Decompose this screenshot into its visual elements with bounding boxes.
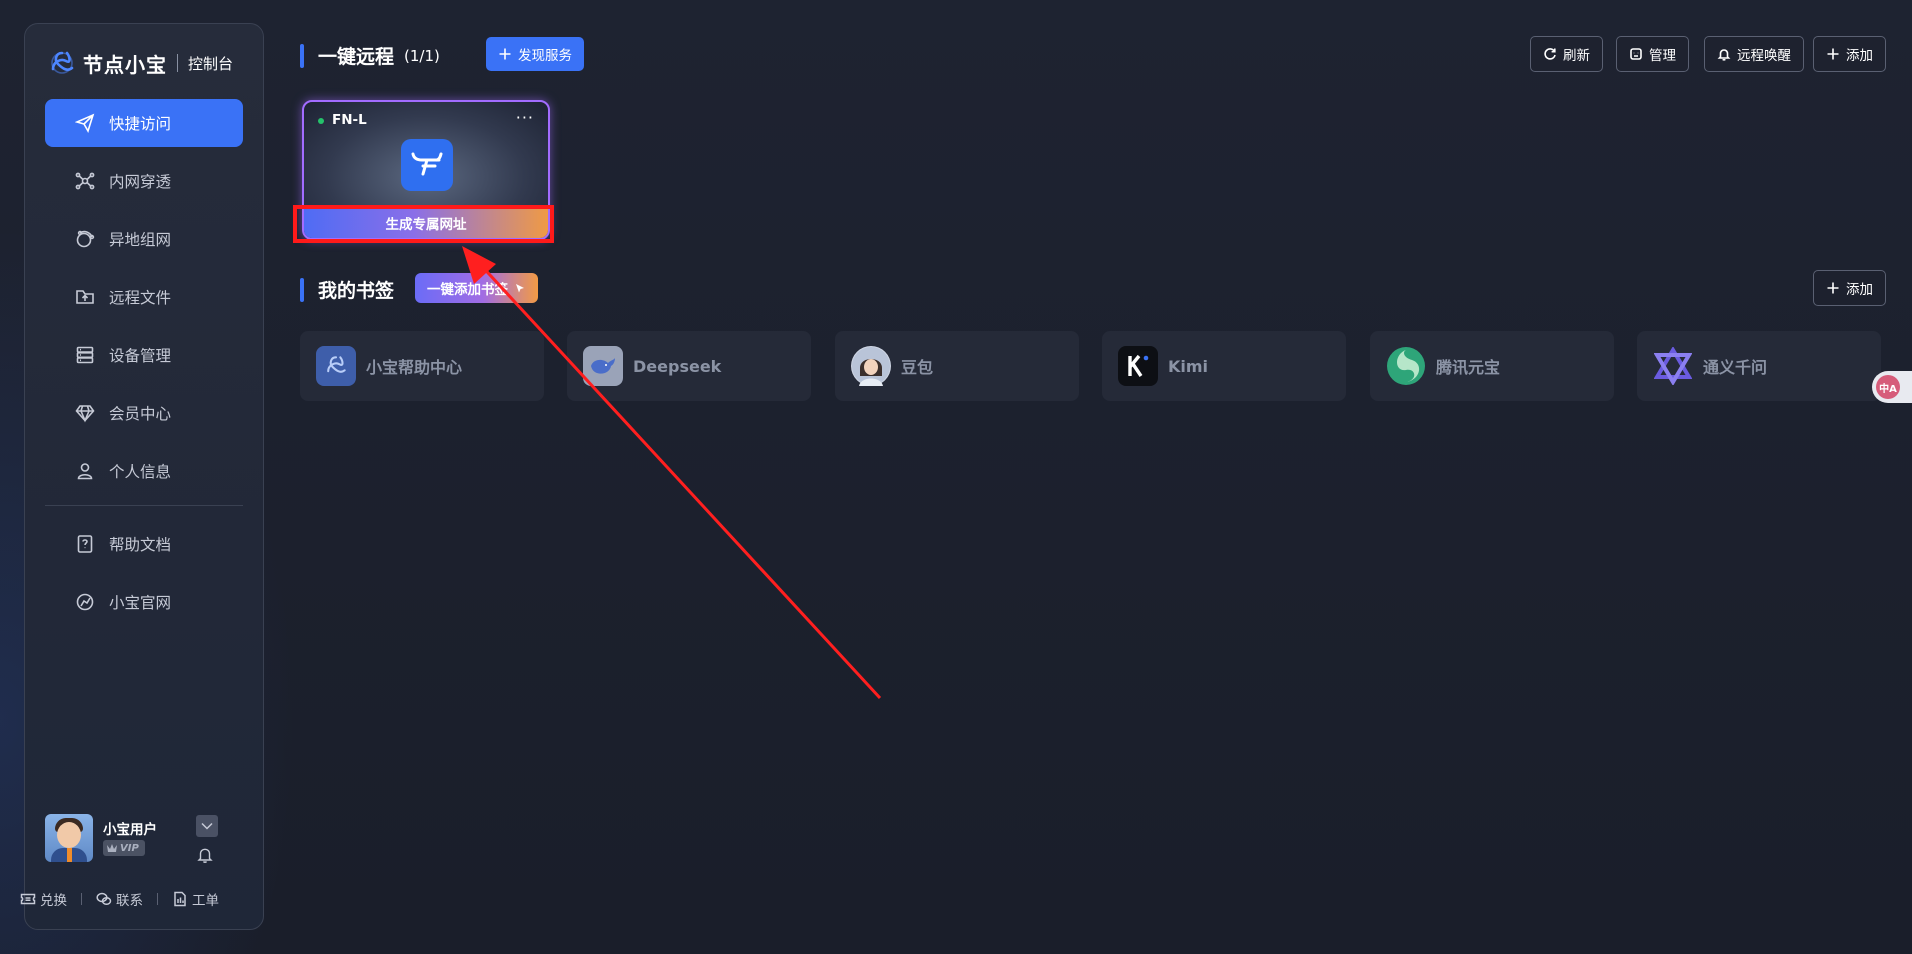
sidebar-item-quick-access[interactable]: 快捷访问 <box>45 99 243 147</box>
work-order-icon <box>174 891 186 907</box>
sidebar-item-label: 会员中心 <box>109 405 172 423</box>
remote-section-title: 一键远程 <box>318 46 395 68</box>
sidebar-nav: 快捷访问 内网穿透 异地组网 远程文件 设备管理 会员中心 个人信息 帮助文档 … <box>45 99 243 636</box>
bookmark-list: 小宝帮助中心 Deepseek 豆包 Kimi 腾讯元宝 通义千问 <box>300 331 1882 403</box>
add-bookmark-button[interactable]: 添加 <box>1813 270 1886 306</box>
generate-url-button[interactable]: 生成专属网址 <box>304 208 548 238</box>
app-root: 节点小宝 控制台 快捷访问 内网穿透 异地组网 远程文件 设备管理 会员中心 个… <box>0 0 1912 954</box>
sidebar-item-label: 远程文件 <box>109 289 172 307</box>
remote-section-header: 一键远程 (1/1) <box>300 42 440 69</box>
help-doc-icon <box>77 535 93 553</box>
sidebar-item-intranet[interactable]: 内网穿透 <box>45 157 243 205</box>
sidebar-item-profile[interactable]: 个人信息 <box>45 447 243 495</box>
ticket-icon <box>20 893 36 905</box>
alarm-bell-icon <box>1717 49 1731 61</box>
sidebar-item-label: 个人信息 <box>109 463 172 481</box>
plus-icon <box>1827 48 1839 60</box>
refresh-button[interactable]: 刷新 <box>1530 36 1603 72</box>
sidebar-item-help-docs[interactable]: 帮助文档 <box>45 520 243 568</box>
sidebar-item-label: 小宝官网 <box>109 594 172 612</box>
diamond-icon <box>75 405 95 423</box>
deepseek-whale-icon <box>583 346 623 386</box>
xiaobao-logo-icon <box>316 346 356 386</box>
ticket-link[interactable]: 工单 <box>172 889 219 909</box>
bookmark-deepseek[interactable]: Deepseek <box>567 331 811 401</box>
brand-logo[interactable]: 节点小宝 控制台 <box>47 48 233 78</box>
server-icon <box>76 346 94 364</box>
sidebar-item-label: 异地组网 <box>109 231 172 249</box>
sidebar-item-website[interactable]: 小宝官网 <box>45 578 243 626</box>
quick-add-bookmark-button[interactable]: 一键添加书签 <box>415 273 538 303</box>
sidebar-item-remote-network[interactable]: 异地组网 <box>45 215 243 263</box>
remote-device-count: (1/1) <box>404 46 440 65</box>
bell-icon[interactable] <box>196 846 214 864</box>
wechat-icon <box>96 892 112 906</box>
plus-icon <box>1827 282 1839 294</box>
online-status-dot <box>318 118 324 124</box>
device-card[interactable]: FN-L ··· 生成专属网址 <box>302 100 550 240</box>
sidebar-divider <box>45 505 243 506</box>
redeem-link[interactable]: 兑换 <box>20 889 67 909</box>
plus-icon <box>499 48 511 60</box>
brand-name: 节点小宝 <box>83 52 167 77</box>
sidebar-item-label: 快捷访问 <box>109 115 172 133</box>
user-name: 小宝用户 <box>103 822 157 838</box>
bookmark-label: Kimi <box>1168 356 1209 376</box>
annotation-arrow <box>462 246 882 700</box>
avatar[interactable] <box>45 814 93 862</box>
bookmark-tongyi[interactable]: 通义千问 <box>1637 331 1881 401</box>
xiaobao-logo-icon <box>51 51 74 74</box>
sidebar-item-membership[interactable]: 会员中心 <box>45 389 243 437</box>
vip-crown-icon <box>107 844 117 852</box>
fnos-bull-icon <box>401 139 453 191</box>
bookmark-label: Deepseek <box>633 356 722 376</box>
doubao-avatar-icon <box>851 346 891 386</box>
bookmark-kimi[interactable]: Kimi <box>1102 331 1346 401</box>
remote-wake-button[interactable]: 远程唤醒 <box>1704 36 1804 72</box>
cursor-click-icon <box>516 284 524 293</box>
bookmark-label: 通义千问 <box>1703 358 1768 377</box>
section-accent-bar <box>300 43 304 68</box>
globe-link-icon <box>76 230 95 248</box>
network-nodes-icon <box>75 172 95 190</box>
yuanbao-icon <box>1386 346 1426 386</box>
bookmark-label: 腾讯元宝 <box>1436 358 1501 377</box>
bookmarks-section-header: 我的书签 <box>300 276 394 303</box>
user-menu-dropdown[interactable] <box>196 815 218 837</box>
add-device-button[interactable]: 添加 <box>1813 36 1886 72</box>
bookmark-doubao[interactable]: 豆包 <box>835 331 1079 401</box>
sidebar-item-devices[interactable]: 设备管理 <box>45 331 243 379</box>
bookmark-label: 豆包 <box>901 358 934 377</box>
chevron-down-icon <box>201 822 213 830</box>
sidebar: 节点小宝 控制台 快捷访问 内网穿透 异地组网 远程文件 设备管理 会员中心 个… <box>24 23 264 930</box>
refresh-icon <box>1544 48 1556 60</box>
more-options-icon[interactable]: ··· <box>516 108 534 127</box>
vip-badge: VIP <box>103 840 145 856</box>
user-icon <box>77 463 93 480</box>
sidebar-item-remote-files[interactable]: 远程文件 <box>45 273 243 321</box>
manage-icon <box>1630 48 1642 60</box>
brand-subtitle: 控制台 <box>188 54 234 73</box>
bookmarks-section-title: 我的书签 <box>318 280 395 302</box>
tongyi-icon <box>1653 346 1693 386</box>
sidebar-item-label: 内网穿透 <box>109 173 172 191</box>
bookmark-help-center[interactable]: 小宝帮助中心 <box>300 331 544 401</box>
kimi-k-icon <box>1118 346 1158 386</box>
manage-button[interactable]: 管理 <box>1616 36 1689 72</box>
contact-link[interactable]: 联系 <box>96 889 143 909</box>
folder-upload-icon <box>76 290 94 304</box>
sidebar-item-label: 设备管理 <box>109 347 172 365</box>
bookmark-label: 小宝帮助中心 <box>366 358 463 377</box>
translate-button[interactable]: 中A <box>1872 371 1912 403</box>
send-icon <box>75 113 95 133</box>
sidebar-footer: 兑换 联系 工单 <box>20 888 230 910</box>
brand-divider <box>177 54 178 72</box>
bookmark-yuanbao[interactable]: 腾讯元宝 <box>1370 331 1614 401</box>
section-accent-bar <box>300 277 304 302</box>
translate-icon: 中A <box>1876 375 1900 399</box>
discover-services-button[interactable]: 发现服务 <box>486 37 584 71</box>
device-name: FN-L <box>332 112 367 128</box>
sidebar-item-label: 帮助文档 <box>109 536 172 554</box>
website-icon <box>76 593 94 611</box>
